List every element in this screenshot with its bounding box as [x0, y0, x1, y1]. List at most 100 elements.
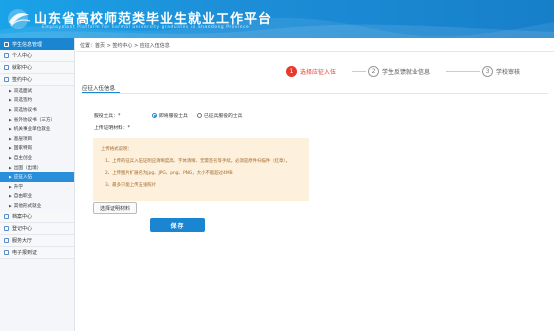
sidebar-group-label: 服务大厅 — [12, 237, 33, 244]
sidebar-group-archive[interactable]: 档案中心 — [0, 210, 74, 223]
caret-right-icon: ▶ — [9, 98, 12, 103]
sidebar-item-label: 其他形式就业 — [13, 203, 42, 209]
radio-label: 已征兵服役的士兵 — [204, 114, 243, 119]
notice-line: 2、上传图片扩展名为jpg、JPG、png、PNG，大小不能超过4MB — [105, 171, 233, 176]
caret-right-icon: ▶ — [9, 146, 12, 151]
sidebar-item-public-institution[interactable]: ▶ 机关事业单位就业 — [0, 124, 74, 134]
sidebar-item-label: 应征入伍 — [13, 175, 33, 181]
sidebar-item-abroad[interactable]: ▶ 出国（出境） — [0, 163, 74, 173]
radio-upcoming-soldier[interactable]: 即将服役士兵 — [152, 112, 188, 119]
caret-right-icon: ▶ — [9, 184, 12, 189]
contract-icon — [4, 77, 9, 82]
caret-right-icon: ▶ — [9, 203, 12, 208]
sidebar-group-contract[interactable]: 签约中心 — [0, 74, 74, 86]
archive-icon — [4, 213, 9, 219]
caret-right-icon: ▶ — [9, 155, 12, 160]
step-label: 学生反馈就业信息 — [382, 69, 431, 76]
step-2: 2 学生反馈就业信息 — [368, 66, 430, 77]
step-3: 3 学校审核 — [482, 66, 520, 77]
sidebar-item-enlistment[interactable]: ▶ 应征入伍 — [0, 172, 74, 182]
radio-icon — [197, 113, 202, 118]
upload-proof-label: 上传证明材料：* — [94, 126, 130, 131]
notice-line: 3、最多只能上传五张照片 — [105, 183, 157, 188]
soldier-type-label: 服役士兵：* — [94, 114, 121, 119]
sidebar-group-service[interactable]: 服务大厅 — [0, 234, 74, 247]
logo-icon — [8, 9, 31, 29]
divider — [82, 93, 548, 94]
sidebar-group-label: 电子报到证 — [12, 249, 38, 256]
notice-title: 上传格式说明： — [101, 147, 132, 152]
sidebar-item-out-of-province[interactable]: ▶ 省外协议书（三方） — [0, 115, 74, 125]
step-label: 选择应征入伍 — [300, 69, 337, 76]
caret-right-icon: ▶ — [9, 136, 12, 141]
sidebar-item-label: 自主创业 — [13, 155, 33, 161]
select-proof-button[interactable]: 选择证明材料 — [93, 202, 137, 214]
tab-enlistment-info[interactable]: 应征入伍信息 — [82, 84, 115, 92]
step-number: 1 — [286, 66, 297, 77]
student-info-icon — [4, 41, 9, 47]
caret-right-icon: ▶ — [9, 165, 12, 170]
sidebar-section-student-info[interactable]: 学生信息管理 — [0, 38, 74, 50]
sidebar-item-interview[interactable]: ▶ 双选面试 — [0, 86, 74, 96]
sidebar-item-signing[interactable]: ▶ 双选签约 — [0, 96, 74, 106]
caret-right-icon: ▶ — [9, 127, 12, 132]
sidebar-item-freelance[interactable]: ▶ 自由职业 — [0, 192, 74, 202]
caret-right-icon: ▶ — [9, 107, 12, 112]
sidebar-item-label: 升学 — [13, 184, 23, 190]
sidebar-group-personal[interactable]: 个人中心 — [0, 50, 74, 62]
sidebar-item-label: 出国（出境） — [13, 165, 42, 171]
service-icon — [4, 237, 9, 243]
app-root: 山东省高校师范类毕业生就业工作平台 Employment Platform fo… — [0, 0, 554, 331]
step-number: 2 — [368, 66, 379, 77]
sidebar: 学生信息管理 个人中心 就职中心 签约中心 ▶ 双选面试 ▶ 双选签约 ▶ 双选协议书… — [0, 38, 75, 331]
step-1: 1 选择应征入伍 — [286, 66, 336, 77]
sidebar-item-label: 机关事业单位就业 — [13, 127, 51, 133]
header-bar: 山东省高校师范类毕业生就业工作平台 Employment Platform fo… — [0, 0, 554, 38]
sidebar-item-special-post[interactable]: ▶ 国家特岗 — [0, 144, 74, 154]
sidebar-item-label: 自由职业 — [13, 194, 33, 200]
sidebar-group-employment[interactable]: 就职中心 — [0, 62, 74, 74]
radio-label: 即将服役士兵 — [159, 114, 188, 119]
sidebar-item-agreement[interactable]: ▶ 双选协议书 — [0, 105, 74, 115]
main-content: 位置：首页 > 签约中心 > 应征入伍信息 1 选择应征入伍 2 学生反馈就业信… — [76, 38, 554, 331]
certificate-icon — [4, 249, 9, 255]
sidebar-group-certificate[interactable]: 电子报到证 — [0, 246, 74, 259]
step-number: 3 — [482, 66, 493, 77]
sidebar-item-label: 国家特岗 — [13, 146, 33, 152]
caret-right-icon: ▶ — [9, 117, 12, 122]
upload-notice-box: 上传格式说明： 1、上传的征兵入伍证明应清晰度高、字体清晰、无需签名等手续，必须… — [93, 138, 309, 201]
sidebar-item-label: 双选协议书 — [13, 107, 37, 113]
sidebar-item-further-study[interactable]: ▶ 升学 — [0, 182, 74, 192]
save-button[interactable]: 保存 — [150, 218, 205, 232]
sidebar-item-grassroots[interactable]: ▶ 基层项目 — [0, 134, 74, 144]
breadcrumb: 位置：首页 > 签约中心 > 应征入伍信息 — [80, 43, 170, 49]
sidebar-section-label: 学生信息管理 — [12, 41, 43, 48]
sidebar-group-label: 档案中心 — [12, 213, 33, 220]
register-icon — [4, 225, 9, 231]
person-icon — [4, 53, 9, 58]
sidebar-item-startup[interactable]: ▶ 自主创业 — [0, 153, 74, 163]
step-connector — [352, 71, 366, 72]
sidebar-item-label: 省外协议书（三方） — [13, 117, 56, 123]
sidebar-group-label: 个人中心 — [12, 53, 33, 59]
progress-steps: 1 选择应征入伍 2 学生反馈就业信息 3 学校审核 — [286, 66, 546, 80]
step-label: 学校审核 — [496, 69, 521, 76]
platform-subtitle: Employment Platform for normal universit… — [42, 25, 250, 30]
sidebar-item-label: 双选签约 — [13, 98, 33, 104]
sidebar-item-label: 双选面试 — [13, 88, 33, 94]
caret-right-icon: ▶ — [9, 88, 12, 93]
divider — [76, 51, 554, 52]
sidebar-group-label: 就职中心 — [12, 65, 33, 71]
radio-enlisted-soldier[interactable]: 已征兵服役的士兵 — [197, 112, 242, 119]
step-connector — [446, 71, 480, 72]
sidebar-group-label: 签约中心 — [12, 77, 33, 83]
sidebar-item-label: 基层项目 — [13, 136, 33, 142]
sidebar-group-label: 登记中心 — [12, 225, 33, 232]
sidebar-group-register[interactable]: 登记中心 — [0, 222, 74, 235]
caret-right-icon: ▶ — [9, 194, 12, 199]
radio-icon — [152, 113, 157, 118]
sidebar-item-other-employment[interactable]: ▶ 其他形式就业 — [0, 201, 74, 211]
caret-right-icon: ▶ — [9, 175, 12, 180]
briefcase-icon — [4, 65, 9, 70]
notice-line: 1、上传的征兵入伍证明应清晰度高、字体清晰、无需签名等手续，必须是原件扫描件（红… — [105, 159, 291, 164]
